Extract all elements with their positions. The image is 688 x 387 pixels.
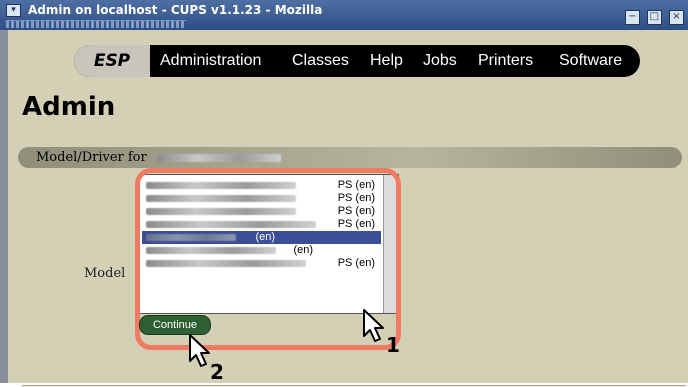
cursor-arrow-icon: 2 [189,334,224,384]
nav-item-esp[interactable]: ESP [74,45,150,77]
pointer-callout-2: 2 [186,333,230,384]
page-title: Admin [22,92,116,122]
maximize-icon[interactable]: □ [646,10,662,25]
callout-number-2: 2 [210,360,224,379]
window-controls: − □ × [623,4,684,25]
nav-bar: ESP Administration Classes Help Jobs Pri… [74,45,640,77]
redacted-printer-name [156,153,281,162]
nav-item-software[interactable]: Software [559,45,622,77]
cursor-arrow-icon: 1 [363,309,400,357]
nav-item-printers[interactable]: Printers [478,45,533,77]
window-title: Admin on localhost - CUPS v1.1.23 - Mozi… [28,3,323,17]
window-titlebar: ▾ Admin on localhost - CUPS v1.1.23 - Mo… [0,0,688,30]
continue-button[interactable]: Continue [139,315,211,335]
callout-number-1: 1 [386,333,400,354]
nav-item-administration[interactable]: Administration [160,45,261,77]
section-label-text: Model/Driver for [36,150,147,165]
page-content: ESP Administration Classes Help Jobs Pri… [8,30,688,387]
model-label: Model [84,266,126,281]
close-icon[interactable]: × [669,10,684,25]
section-header: Model/Driver for [18,147,682,168]
section-label: Model/Driver for [36,150,281,165]
tab-strip [6,20,186,28]
nav-item-help[interactable]: Help [370,45,403,77]
pointer-callout-1: 1 [360,308,404,357]
nav-item-classes[interactable]: Classes [292,45,349,77]
nav-item-jobs[interactable]: Jobs [423,45,457,77]
minimize-icon[interactable]: − [624,10,640,25]
window-menu-icon[interactable]: ▾ [6,4,21,17]
